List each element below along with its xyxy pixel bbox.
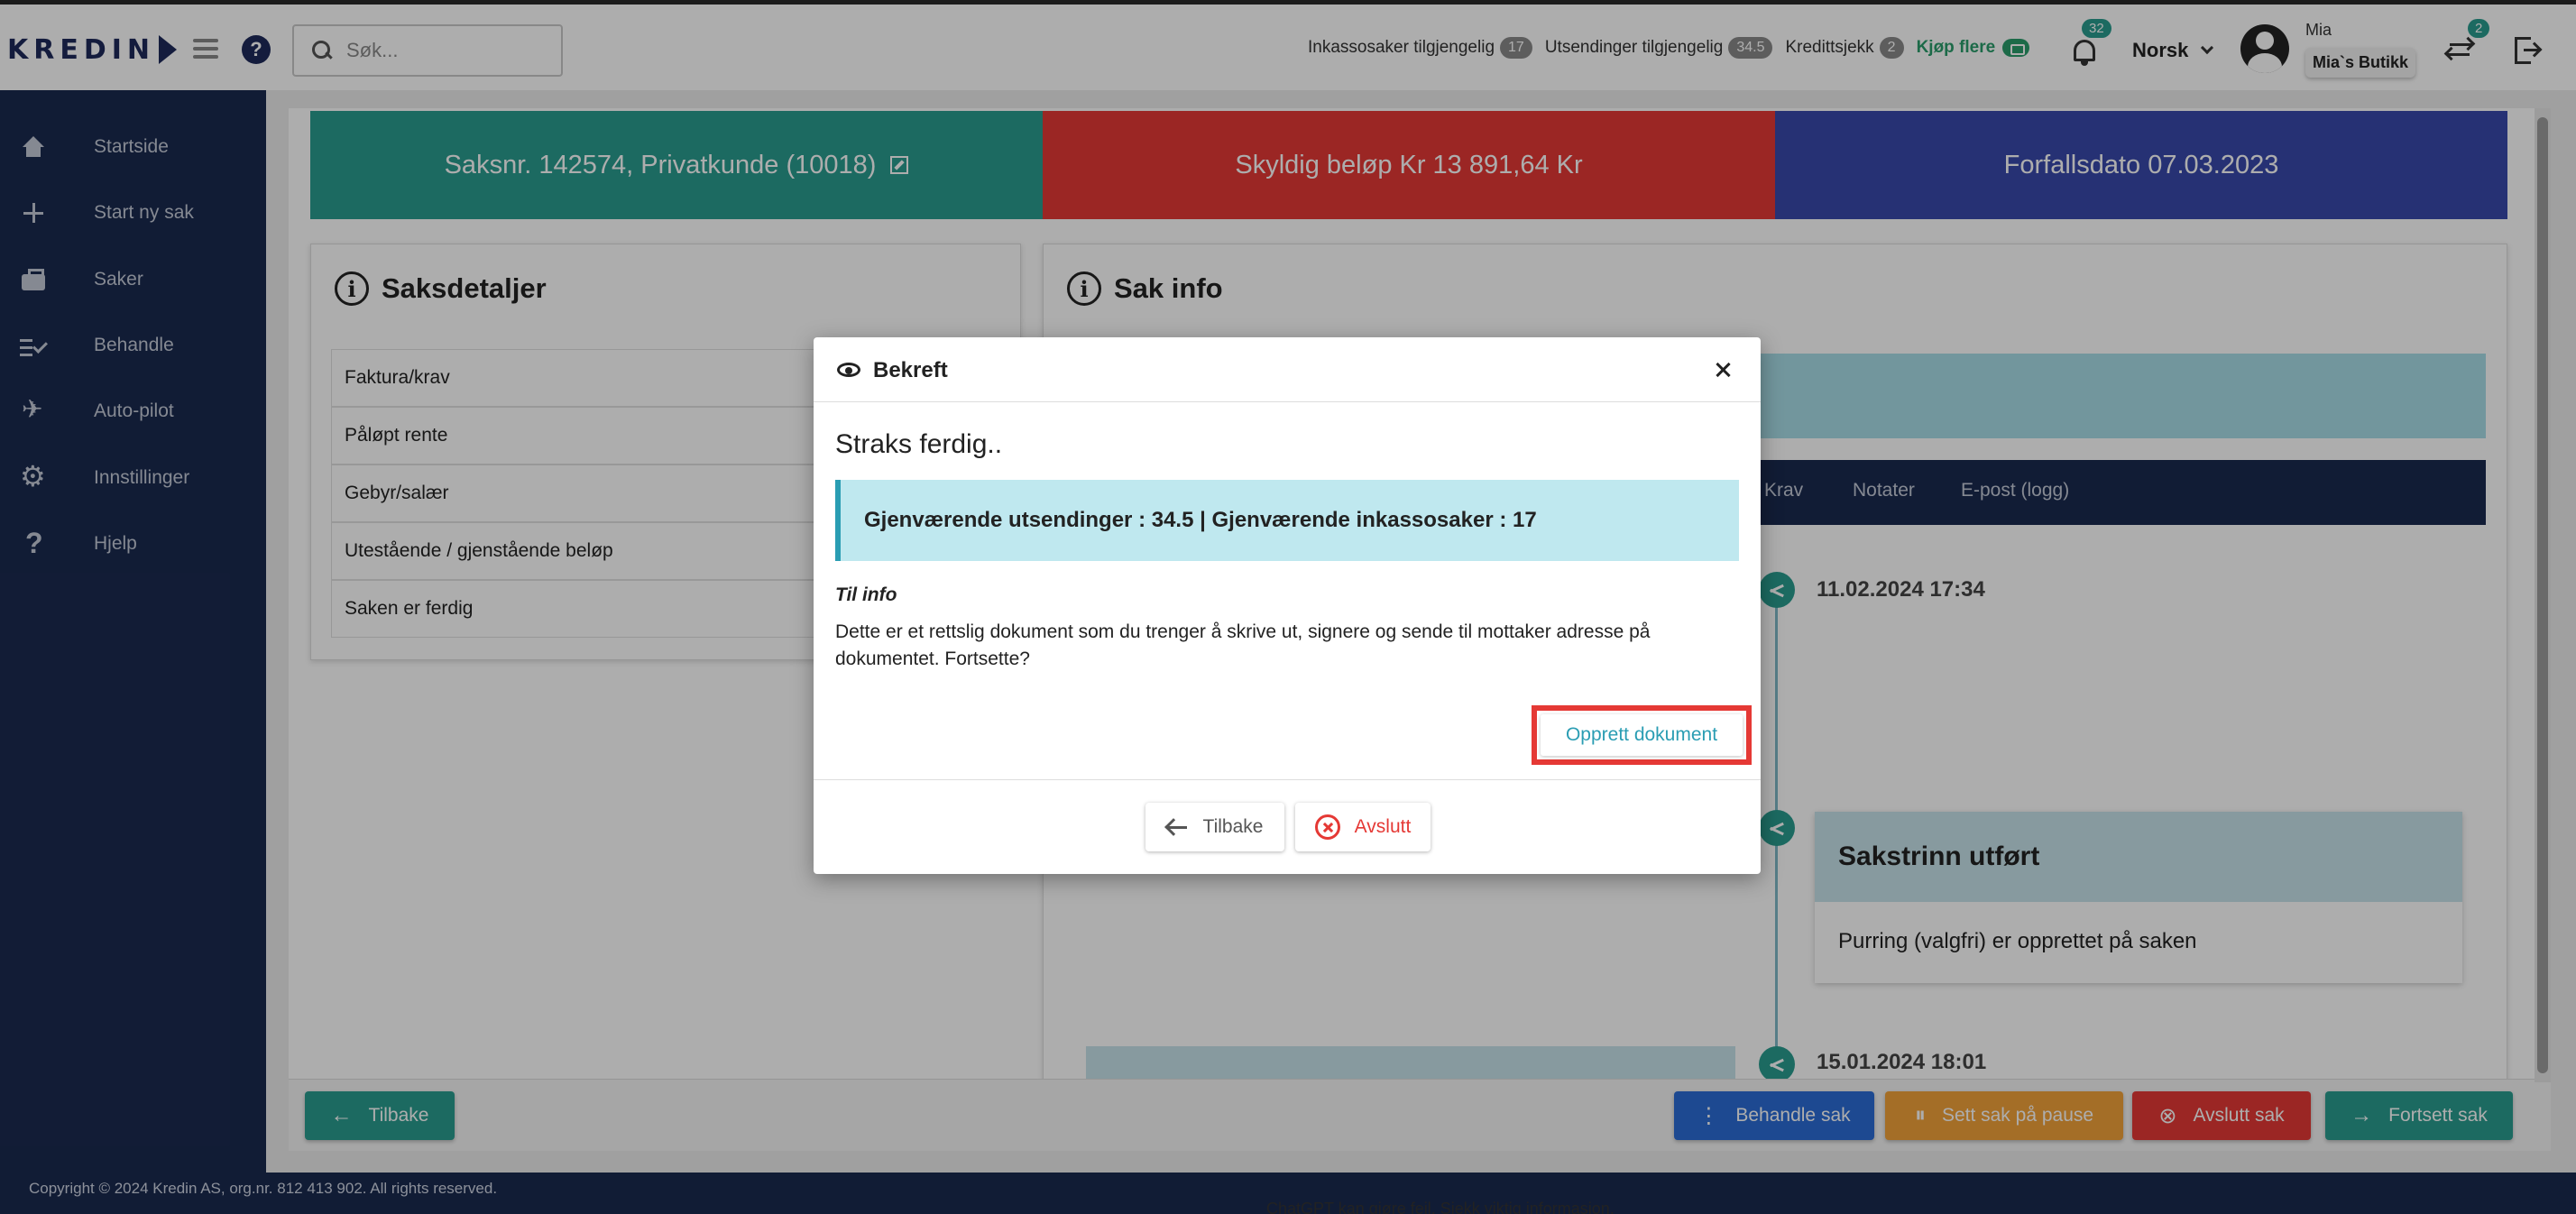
- cancel-icon: [1314, 814, 1340, 840]
- dialog-back-label: Tilbake: [1202, 816, 1264, 837]
- eye-icon: [837, 363, 860, 377]
- dialog-title: Bekreft: [873, 358, 948, 382]
- dialog-heading: Straks ferdig..: [835, 429, 1003, 459]
- dialog-message: Dette er et rettslig dokument som du tre…: [835, 621, 1651, 669]
- info-label: Til info: [835, 584, 897, 605]
- dialog-back-button[interactable]: Tilbake: [1145, 803, 1284, 851]
- remaining-quota-alert: Gjenværende utsendinger : 34.5 | Gjenvær…: [835, 480, 1739, 561]
- create-document-button[interactable]: Opprett dokument: [1541, 714, 1743, 756]
- alert-text: Gjenværende utsendinger : 34.5 | Gjenvær…: [864, 508, 1537, 532]
- arrow-left-icon: [1166, 825, 1187, 829]
- confirm-dialog: Bekreft Straks ferdig.. Gjenværende utse…: [814, 337, 1761, 874]
- dialog-cancel-label: Avslutt: [1354, 816, 1412, 837]
- dialog-divider: [814, 779, 1761, 780]
- dialog-cancel-button[interactable]: Avslutt: [1295, 803, 1431, 851]
- close-icon[interactable]: [1708, 355, 1737, 384]
- dialog-header: Bekreft: [814, 337, 1761, 402]
